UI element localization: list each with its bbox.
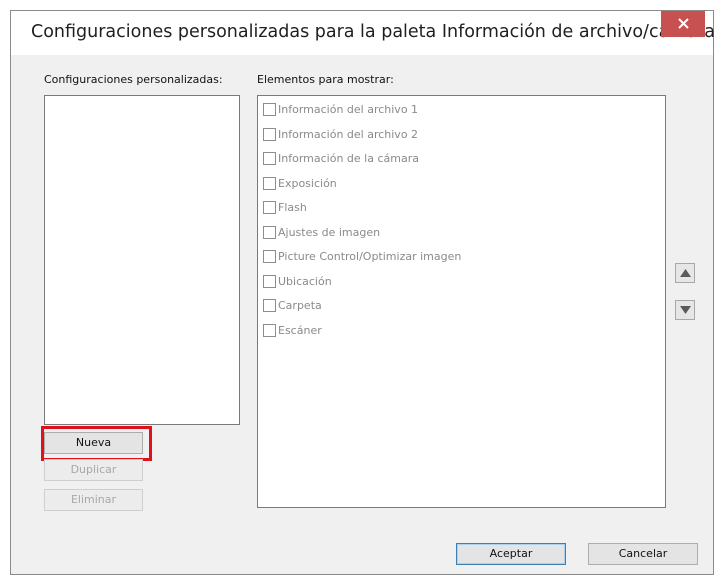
elements-label: Elementos para mostrar:	[257, 73, 394, 86]
cancel-button[interactable]: Cancelar	[588, 543, 698, 565]
delete-button[interactable]: Eliminar	[44, 489, 143, 511]
ok-button[interactable]: Aceptar	[456, 543, 566, 565]
duplicate-button[interactable]: Duplicar	[44, 459, 143, 481]
arrow-down-icon	[679, 306, 691, 314]
checkbox[interactable]	[263, 249, 276, 263]
list-item[interactable]: Exposición	[263, 175, 337, 191]
checkbox[interactable]	[263, 298, 276, 312]
elements-list[interactable]: Información del archivo 1 Información de…	[257, 95, 666, 508]
list-item[interactable]: Ajustes de imagen	[263, 224, 380, 240]
checkbox[interactable]	[263, 102, 276, 116]
dialog-window: Configuraciones personalizadas para la p…	[10, 10, 715, 575]
list-item[interactable]: Ubicación	[263, 273, 332, 289]
arrow-up-icon	[679, 269, 691, 277]
checkbox[interactable]	[263, 127, 276, 141]
list-item[interactable]: Información del archivo 1	[263, 101, 418, 117]
custom-settings-label: Configuraciones personalizadas:	[44, 73, 223, 86]
list-item[interactable]: Escáner	[263, 322, 322, 338]
list-item[interactable]: Picture Control/Optimizar imagen	[263, 248, 461, 264]
checkbox[interactable]	[263, 151, 276, 165]
title-bar[interactable]: Configuraciones personalizadas para la p…	[11, 11, 715, 55]
highlight-box	[41, 426, 152, 461]
checkbox[interactable]	[263, 225, 276, 239]
list-item[interactable]: Información de la cámara	[263, 150, 419, 166]
move-down-button[interactable]	[675, 300, 695, 320]
checkbox[interactable]	[263, 274, 276, 288]
checkbox[interactable]	[263, 176, 276, 190]
custom-settings-list[interactable]	[44, 95, 240, 425]
dialog-title: Configuraciones personalizadas para la p…	[31, 22, 715, 42]
checkbox[interactable]	[263, 323, 276, 337]
close-button[interactable]	[661, 11, 705, 37]
list-item[interactable]: Flash	[263, 199, 307, 215]
list-item[interactable]: Carpeta	[263, 297, 322, 313]
checkbox[interactable]	[263, 200, 276, 214]
list-item[interactable]: Información del archivo 2	[263, 126, 418, 142]
move-up-button[interactable]	[675, 263, 695, 283]
close-icon	[677, 18, 689, 29]
